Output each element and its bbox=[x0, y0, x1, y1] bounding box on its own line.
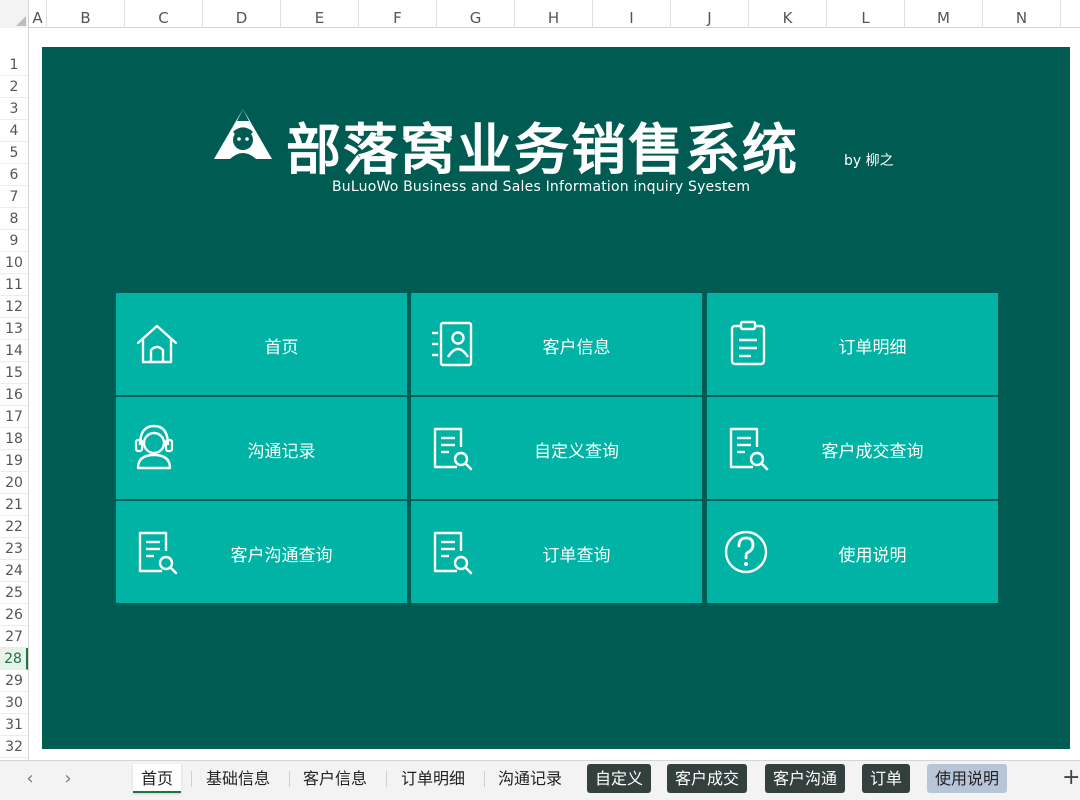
sheet-tab-communication-log[interactable]: 沟通记录 bbox=[490, 764, 570, 793]
tile-instructions-label: 使用说明 bbox=[838, 546, 907, 566]
tile-customer-deal-query[interactable]: 客户成交查询 bbox=[707, 397, 998, 499]
row-header-cell[interactable]: 27 bbox=[0, 626, 28, 648]
row-header-cell[interactable]: 31 bbox=[0, 714, 28, 736]
tile-communication-log[interactable]: 沟通记录 bbox=[116, 397, 407, 499]
home-icon bbox=[136, 324, 178, 364]
sheet-tab-customer-communication[interactable]: 客户沟通 bbox=[765, 764, 846, 793]
sheet-tab-home[interactable]: 首页 bbox=[133, 764, 182, 793]
sheet-tab-instructions[interactable]: 使用说明 bbox=[927, 764, 1008, 793]
tile-customer-info[interactable]: 客户信息 bbox=[411, 293, 702, 395]
column-header-j[interactable]: J bbox=[671, 0, 749, 28]
prev-sheet-icon[interactable]: ‹ bbox=[18, 767, 42, 791]
app-title: 部落窝业务销售系统 bbox=[286, 118, 800, 182]
row-header-cell[interactable]: 10 bbox=[0, 252, 28, 274]
tile-customer-info-label: 客户信息 bbox=[542, 338, 611, 358]
row-header-cell[interactable]: 22 bbox=[0, 516, 28, 538]
row-header-cell[interactable]: 14 bbox=[0, 340, 28, 362]
column-header-f[interactable]: F bbox=[359, 0, 437, 28]
row-header-cell[interactable]: 30 bbox=[0, 692, 28, 714]
column-header-l[interactable]: L bbox=[827, 0, 905, 28]
row-header-cell[interactable]: 4 bbox=[0, 120, 28, 142]
tab-separator bbox=[191, 771, 192, 787]
column-header-c[interactable]: C bbox=[125, 0, 203, 28]
tile-communication-log-label: 沟通记录 bbox=[247, 442, 316, 462]
tile-order-details[interactable]: 订单明细 bbox=[707, 293, 998, 395]
row-header-cell[interactable]: 7 bbox=[0, 186, 28, 208]
tile-custom-query[interactable]: 自定义查询 bbox=[411, 397, 702, 499]
tile-home[interactable]: 首页 bbox=[116, 293, 407, 395]
sheet-tab-bar: ‹ › 首页 基础信息 客户信息 订单明细 沟通记录 自定义 客户成交 客户沟通… bbox=[0, 760, 1080, 800]
document-search-icon bbox=[433, 427, 473, 471]
tile-customer-deal-query-label: 客户成交查询 bbox=[821, 442, 924, 462]
row-header-cell[interactable]: 20 bbox=[0, 472, 28, 494]
row-header-cell[interactable]: 24 bbox=[0, 560, 28, 582]
tile-customer-communication-query-label: 客户沟通查询 bbox=[230, 546, 333, 566]
sheet-tab-custom[interactable]: 自定义 bbox=[587, 764, 652, 793]
contact-card-icon bbox=[432, 321, 473, 367]
sheet-tab-customer-info[interactable]: 客户信息 bbox=[295, 764, 375, 793]
row-header-cell[interactable]: 13 bbox=[0, 318, 28, 340]
column-header-e[interactable]: E bbox=[281, 0, 359, 28]
column-header-n[interactable]: N bbox=[983, 0, 1061, 28]
row-header-cell[interactable]: 19 bbox=[0, 450, 28, 472]
row-header-cell[interactable]: 21 bbox=[0, 494, 28, 516]
next-sheet-icon[interactable]: › bbox=[56, 767, 80, 791]
row-header-cell[interactable]: 1 bbox=[0, 54, 28, 76]
row-header-cell[interactable]: 32 bbox=[0, 736, 28, 758]
sheet-tab-order-details[interactable]: 订单明细 bbox=[393, 764, 473, 793]
sheet-tab-customer-deal[interactable]: 客户成交 bbox=[667, 764, 748, 793]
column-header-a[interactable]: A bbox=[29, 0, 47, 28]
row-header-cell[interactable]: 18 bbox=[0, 428, 28, 450]
document-search-icon bbox=[433, 531, 473, 575]
row-header-cell[interactable]: 15 bbox=[0, 362, 28, 384]
row-header: 1 2 3 4 5 6 7 8 9 10 11 12 13 14 15 16 17 18 19 20 21 22 23 24 2… bbox=[0, 28, 29, 760]
tile-custom-query-label: 自定义查询 bbox=[534, 442, 619, 462]
document-search-icon bbox=[729, 427, 769, 471]
tab-separator bbox=[484, 771, 485, 787]
row-header-cell[interactable]: 11 bbox=[0, 274, 28, 296]
row-header-cell[interactable]: 23 bbox=[0, 538, 28, 560]
row-header-cell[interactable]: 17 bbox=[0, 406, 28, 428]
column-header-b[interactable]: B bbox=[47, 0, 125, 28]
row-header-cell[interactable]: 8 bbox=[0, 208, 28, 230]
sheet-tab-basic-info[interactable]: 基础信息 bbox=[198, 764, 278, 793]
clipboard-icon bbox=[730, 320, 766, 366]
tile-instructions[interactable]: 使用说明 bbox=[707, 501, 998, 603]
column-header-h[interactable]: H bbox=[515, 0, 593, 28]
column-header-m[interactable]: M bbox=[905, 0, 983, 28]
select-all-corner[interactable] bbox=[0, 0, 29, 28]
tab-separator bbox=[289, 771, 290, 787]
tile-order-details-label: 订单明细 bbox=[838, 338, 907, 358]
sheet-tab-order[interactable]: 订单 bbox=[862, 764, 911, 793]
row-header-cell[interactable]: 29 bbox=[0, 670, 28, 692]
row-header-cell[interactable]: 5 bbox=[0, 142, 28, 164]
column-header: A B C D E F G H I J K L M N bbox=[0, 0, 1080, 28]
author-byline: by 柳之 bbox=[844, 153, 894, 169]
dashboard-panel: 部落窝业务销售系统 by 柳之 BuLuoWo Business and Sal… bbox=[42, 47, 1070, 749]
row-header-cell[interactable]: 28 bbox=[0, 648, 28, 670]
row-header-cell[interactable]: 3 bbox=[0, 98, 28, 120]
row-header-cell[interactable]: 26 bbox=[0, 604, 28, 626]
add-sheet-icon[interactable]: + bbox=[1062, 765, 1080, 790]
tile-home-label: 首页 bbox=[264, 338, 299, 358]
column-header-d[interactable]: D bbox=[203, 0, 281, 28]
tile-customer-communication-query[interactable]: 客户沟通查询 bbox=[116, 501, 407, 603]
tile-order-query-label: 订单查询 bbox=[542, 546, 611, 566]
row-header-cell[interactable]: 16 bbox=[0, 384, 28, 406]
row-header-cell[interactable]: 2 bbox=[0, 76, 28, 98]
app-subtitle: BuLuoWo Business and Sales Information i… bbox=[332, 179, 751, 195]
column-header-i[interactable]: I bbox=[593, 0, 671, 28]
row-header-cell[interactable]: 12 bbox=[0, 296, 28, 318]
tile-order-query[interactable]: 订单查询 bbox=[411, 501, 702, 603]
tab-separator bbox=[386, 771, 387, 787]
help-icon bbox=[724, 530, 768, 574]
headset-icon bbox=[134, 424, 174, 470]
document-search-icon bbox=[138, 531, 178, 575]
row-header-cell[interactable]: 6 bbox=[0, 164, 28, 186]
column-header-k[interactable]: K bbox=[749, 0, 827, 28]
row-header-cell[interactable]: 9 bbox=[0, 230, 28, 252]
row-header-cell[interactable]: 25 bbox=[0, 582, 28, 604]
tribe-logo-icon bbox=[214, 109, 272, 159]
column-header-g[interactable]: G bbox=[437, 0, 515, 28]
